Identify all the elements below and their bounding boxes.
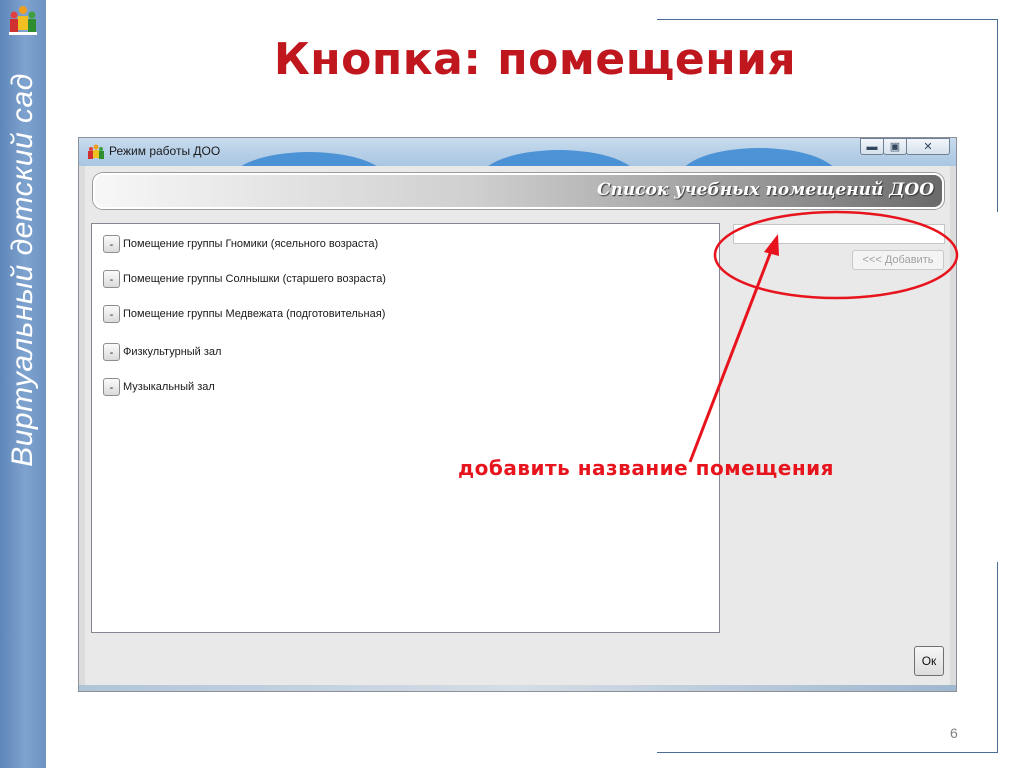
annotation-overlay — [688, 210, 959, 463]
page-number: 6 — [950, 725, 958, 741]
annotation-arrow-line — [688, 245, 775, 463]
annotation-arrowhead — [764, 234, 779, 256]
annotation-highlight-ellipse — [713, 210, 959, 300]
annotation-label: добавить название помещения — [458, 456, 834, 480]
